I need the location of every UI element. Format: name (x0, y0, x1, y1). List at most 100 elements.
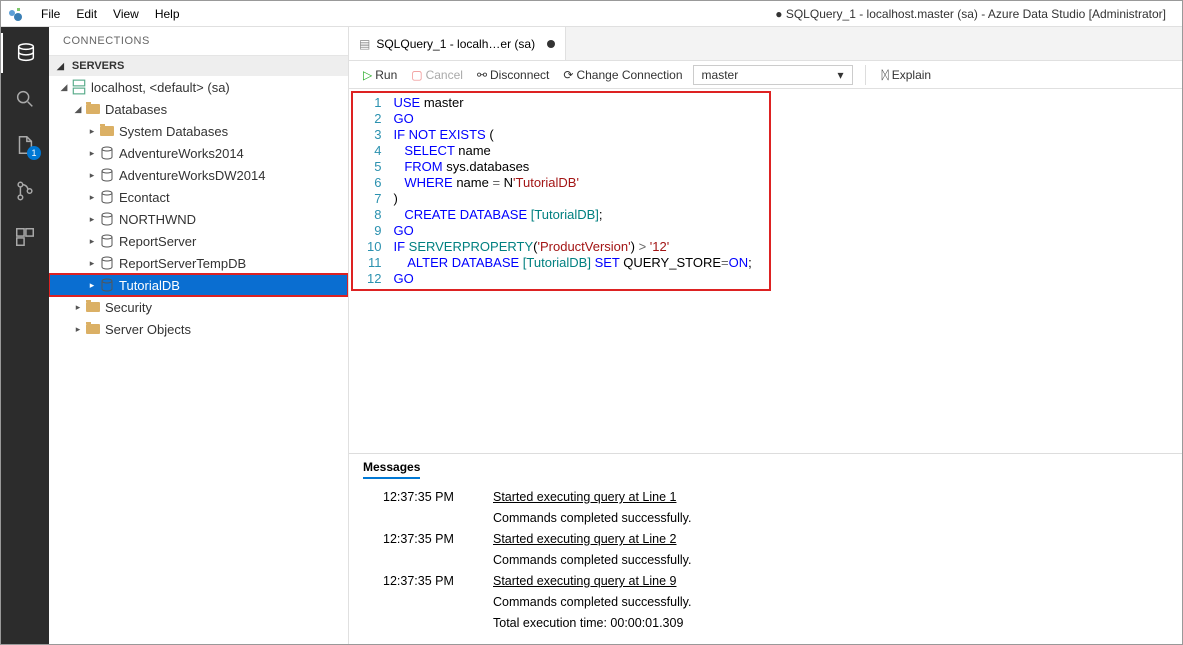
servers-label: SERVERS (72, 60, 124, 72)
tree-db[interactable]: ▸System Databases (49, 120, 348, 142)
message-line: Total execution time: 00:00:01.309 (383, 613, 1168, 634)
db-label: System Databases (119, 124, 228, 139)
cancel-button: ▢Cancel (407, 66, 467, 84)
tree-db-tutorialdb[interactable]: ▸TutorialDB (49, 274, 348, 296)
message-time: 12:37:35 PM (383, 571, 473, 592)
change-icon: ⟳ (563, 68, 573, 82)
message-text: Commands completed successfully. (493, 508, 1168, 529)
window-title: ● SQLQuery_1 - localhost.master (sa) - A… (775, 7, 1176, 21)
folder-icon (85, 102, 101, 116)
tree-db[interactable]: ▸AdventureWorks2014 (49, 142, 348, 164)
message-line: 12:37:35 PM Started executing query at Li… (383, 571, 1168, 592)
database-icon (99, 234, 115, 248)
activity-extensions[interactable] (1, 217, 49, 257)
tree-security[interactable]: ▸ Security (49, 296, 348, 318)
app-logo-icon (7, 6, 23, 22)
message-line: 12:37:35 PM Started executing query at Li… (383, 487, 1168, 508)
activity-source-control[interactable] (1, 171, 49, 211)
tab-label: SQLQuery_1 - localh…er (sa) (376, 37, 535, 51)
dirty-indicator-icon (547, 40, 555, 48)
message-time (383, 550, 473, 571)
editor-tabs: ▤ SQLQuery_1 - localh…er (sa) (349, 27, 1182, 61)
message-line: Commands completed successfully. (383, 508, 1168, 529)
activity-bar: 1 (1, 27, 49, 644)
message-time (383, 613, 473, 634)
server-label: localhost, <default> (sa) (91, 80, 230, 95)
sql-editor[interactable]: 123456789101112 USE masterGOIF NOT EXIST… (351, 91, 771, 291)
database-icon (99, 212, 115, 226)
tree-databases[interactable]: ◢ Databases (49, 98, 348, 120)
menu-view[interactable]: View (105, 5, 147, 23)
db-label: AdventureWorks2014 (119, 146, 244, 161)
message-text: Commands completed successfully. (493, 550, 1168, 571)
message-line: 12:37:35 PM Started executing query at Li… (383, 529, 1168, 550)
security-label: Security (105, 300, 152, 315)
server-icon (71, 80, 87, 94)
line-gutter: 123456789101112 (353, 93, 389, 289)
code-content[interactable]: USE masterGOIF NOT EXISTS ( SELECT name … (389, 93, 769, 289)
tree-db[interactable]: ▸ReportServerTempDB (49, 252, 348, 274)
message-time: 12:37:35 PM (383, 487, 473, 508)
db-label: NORTHWND (119, 212, 196, 227)
sidebar-title: CONNECTIONS (49, 27, 348, 56)
database-icon (99, 256, 115, 270)
editor-area: ▤ SQLQuery_1 - localh…er (sa) ▷Run ▢Canc… (349, 27, 1182, 644)
menu-edit[interactable]: Edit (68, 5, 105, 23)
db-label: TutorialDB (119, 278, 180, 293)
database-icon (99, 278, 115, 292)
database-icon (99, 146, 115, 160)
menubar: File Edit View Help ● SQLQuery_1 - local… (1, 1, 1182, 27)
run-button[interactable]: ▷Run (359, 66, 401, 84)
folder-icon (99, 124, 115, 138)
servers-section-header[interactable]: ◢ SERVERS (49, 56, 348, 76)
folder-icon (85, 300, 101, 314)
tree-server-objects[interactable]: ▸ Server Objects (49, 318, 348, 340)
play-icon: ▷ (363, 68, 372, 82)
message-line: Commands completed successfully. (383, 592, 1168, 613)
db-label: ReportServerTempDB (119, 256, 246, 271)
database-icon (99, 168, 115, 182)
db-label: AdventureWorksDW2014 (119, 168, 265, 183)
disconnect-button[interactable]: ⚯Disconnect (473, 66, 553, 84)
activity-connections[interactable] (1, 33, 49, 73)
tree-db[interactable]: ▸Econtact (49, 186, 348, 208)
database-icon (99, 190, 115, 204)
activity-search[interactable] (1, 79, 49, 119)
menu-help[interactable]: Help (147, 5, 188, 23)
chevron-down-icon: ▾ (838, 68, 844, 82)
tree-server[interactable]: ◢ localhost, <default> (sa) (49, 76, 348, 98)
activity-badge: 1 (27, 146, 41, 160)
db-label: Econtact (119, 190, 170, 205)
message-time: 12:37:35 PM (383, 529, 473, 550)
db-label: ReportServer (119, 234, 196, 249)
tree-db[interactable]: ▸NORTHWND (49, 208, 348, 230)
message-text: Commands completed successfully. (493, 592, 1168, 613)
caret-down-icon: ◢ (57, 61, 64, 72)
messages-panel: Messages 12:37:35 PM Started executing qu… (349, 453, 1182, 644)
databases-label: Databases (105, 102, 167, 117)
explain-button[interactable]: ᛞExplain (878, 66, 936, 84)
message-time (383, 592, 473, 613)
explain-icon: ᛞ (882, 68, 889, 82)
disconnect-icon: ⚯ (477, 68, 487, 82)
toolbar-separator (865, 65, 866, 85)
messages-body: 12:37:35 PM Started executing query at Li… (363, 479, 1168, 644)
message-time (383, 508, 473, 529)
message-text: Started executing query at Line 2 (493, 529, 1168, 550)
tree-db[interactable]: ▸ReportServer (49, 230, 348, 252)
message-text: Started executing query at Line 1 (493, 487, 1168, 508)
server-objects-label: Server Objects (105, 322, 191, 337)
activity-explorer[interactable]: 1 (1, 125, 49, 165)
message-text: Total execution time: 00:00:01.309 (493, 613, 1168, 634)
menu-file[interactable]: File (33, 5, 68, 23)
database-select[interactable]: master▾ (693, 65, 853, 85)
document-icon: ▤ (359, 37, 370, 51)
stop-icon: ▢ (411, 68, 422, 82)
folder-icon (85, 322, 101, 336)
editor-tab[interactable]: ▤ SQLQuery_1 - localh…er (sa) (349, 27, 566, 60)
message-text: Started executing query at Line 9 (493, 571, 1168, 592)
tree-db[interactable]: ▸AdventureWorksDW2014 (49, 164, 348, 186)
server-tree: ◢ localhost, <default> (sa) ◢ Databases … (49, 76, 348, 644)
change-connection-button[interactable]: ⟳Change Connection (559, 66, 686, 84)
messages-tab[interactable]: Messages (363, 460, 420, 479)
